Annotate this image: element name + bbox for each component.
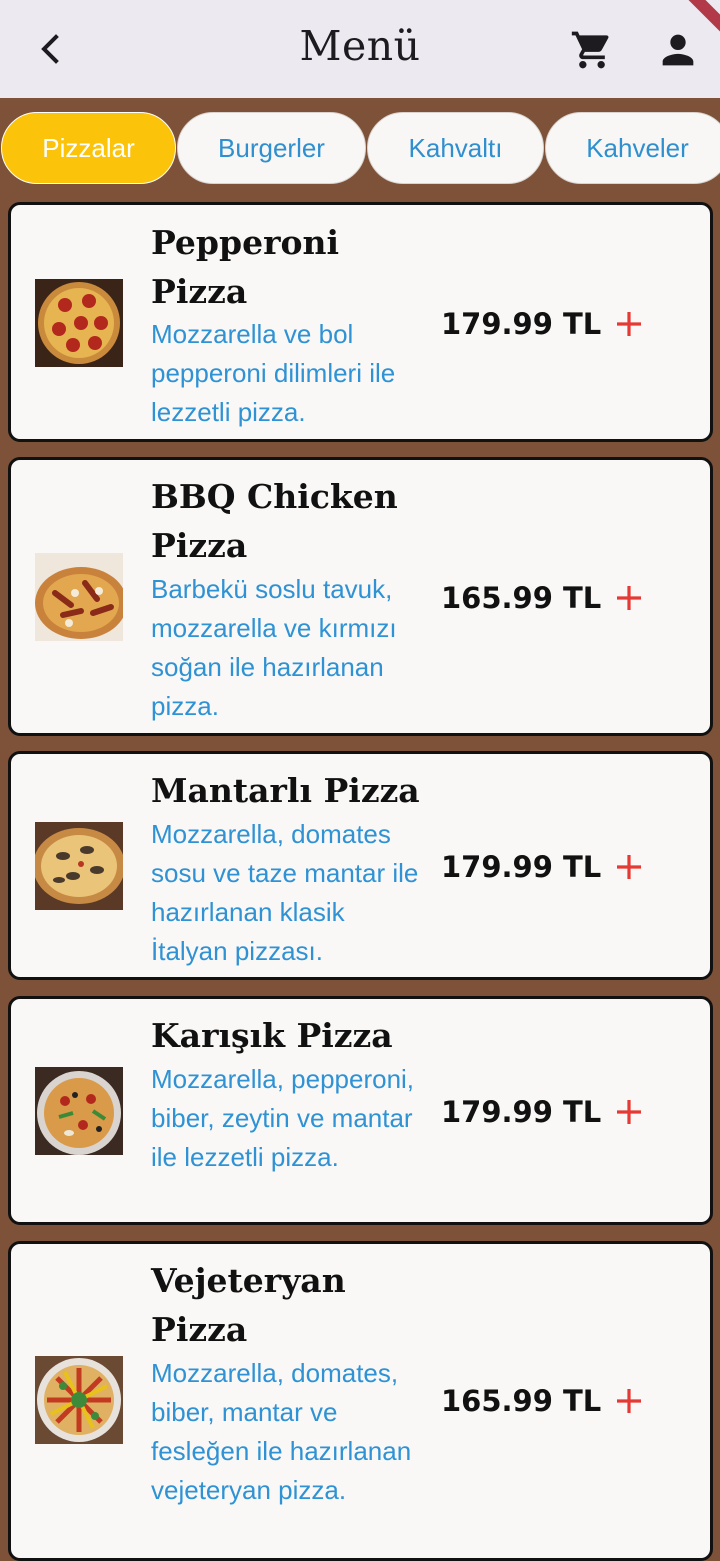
item-description: Barbekü soslu tavuk, mozzarella ve kırmı… — [151, 574, 397, 721]
pizza-image — [35, 1356, 123, 1444]
item-name: Mantarlı Pizza — [151, 771, 420, 810]
add-to-cart-button[interactable] — [609, 1381, 649, 1421]
item-price: 165.99 TL — [441, 1384, 602, 1418]
debug-banner — [680, 0, 720, 40]
cart-button[interactable] — [566, 26, 618, 74]
item-description: Mozzarella ve bol pepperoni dilimleri il… — [151, 319, 396, 427]
item-description: Mozzarella, domates, biber, mantar ve fe… — [151, 1358, 412, 1505]
plus-icon — [617, 312, 641, 336]
pizza-image — [35, 279, 123, 367]
item-price: 179.99 TL — [441, 307, 602, 341]
add-to-cart-button[interactable] — [609, 1092, 649, 1132]
item-price: 179.99 TL — [441, 850, 602, 884]
item-name: Karışık Pizza — [151, 1016, 393, 1055]
menu-item-card: Karışık Pizza Mozzarella, pepperoni, bib… — [8, 996, 713, 1225]
cart-icon — [571, 31, 609, 69]
plus-icon — [617, 1100, 641, 1124]
item-name: Pepperoni Pizza — [151, 223, 339, 311]
menu-item-card: Mantarlı Pizza Mozzarella, domates sosu … — [8, 751, 713, 980]
add-to-cart-button[interactable] — [609, 847, 649, 887]
item-name: Vejeteryan Pizza — [151, 1261, 346, 1349]
item-description: Mozzarella, pepperoni, biber, zeytin ve … — [151, 1064, 415, 1172]
app-bar: Menü — [0, 0, 720, 98]
menu-item-card: Pepperoni Pizza Mozzarella ve bol pepper… — [8, 202, 713, 442]
pizza-image — [35, 1067, 123, 1155]
tab-burgerler[interactable]: Burgerler — [177, 112, 366, 184]
item-price: 179.99 TL — [441, 1095, 602, 1129]
tab-kahvalti[interactable]: Kahvaltı — [367, 112, 544, 184]
add-to-cart-button[interactable] — [609, 304, 649, 344]
menu-item-card: Vejeteryan Pizza Mozzarella, domates, bi… — [8, 1241, 713, 1561]
category-tabs: Pizzalar Burgerler Kahvaltı Kahveler — [0, 112, 720, 186]
menu-item-card: BBQ Chicken Pizza Barbekü soslu tavuk, m… — [8, 457, 713, 736]
pizza-image — [35, 553, 123, 641]
tab-pizzalar[interactable]: Pizzalar — [1, 112, 176, 184]
tab-kahveler[interactable]: Kahveler — [545, 112, 720, 184]
plus-icon — [617, 1389, 641, 1413]
item-price: 165.99 TL — [441, 581, 602, 615]
item-name: BBQ Chicken Pizza — [151, 477, 398, 565]
add-to-cart-button[interactable] — [609, 578, 649, 618]
item-description: Mozzarella, domates sosu ve taze mantar … — [151, 819, 419, 966]
plus-icon — [617, 855, 641, 879]
pizza-image — [35, 822, 123, 910]
plus-icon — [617, 586, 641, 610]
